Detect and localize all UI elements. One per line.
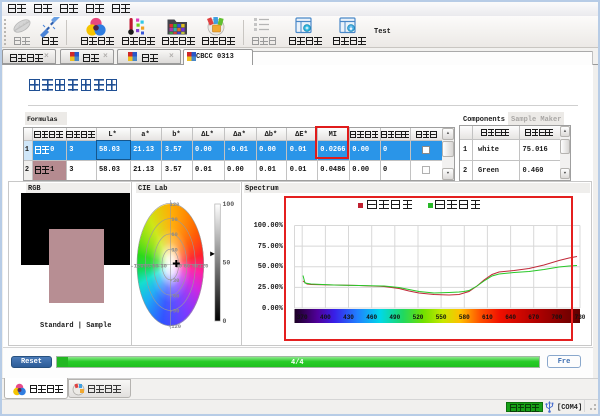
svg-text:730: 730 [575, 314, 586, 321]
svg-text:120: 120 [170, 201, 180, 208]
svg-text:0: 0 [223, 318, 227, 325]
svg-text:-90: -90 [170, 308, 180, 315]
svg-text:100: 100 [223, 201, 235, 208]
svg-text:-120: -120 [168, 323, 181, 330]
svg-text:30: 30 [171, 247, 178, 254]
svg-text:-60: -60 [170, 292, 180, 299]
svg-text:120: 120 [199, 262, 209, 269]
svg-text:90: 90 [171, 216, 178, 223]
svg-text:50: 50 [223, 260, 231, 267]
svg-text:60: 60 [184, 262, 191, 269]
svg-text:90: 90 [192, 262, 199, 269]
svg-text:60: 60 [171, 231, 178, 238]
svg-text:-30: -30 [157, 262, 167, 269]
svg-text:-30: -30 [170, 277, 180, 284]
